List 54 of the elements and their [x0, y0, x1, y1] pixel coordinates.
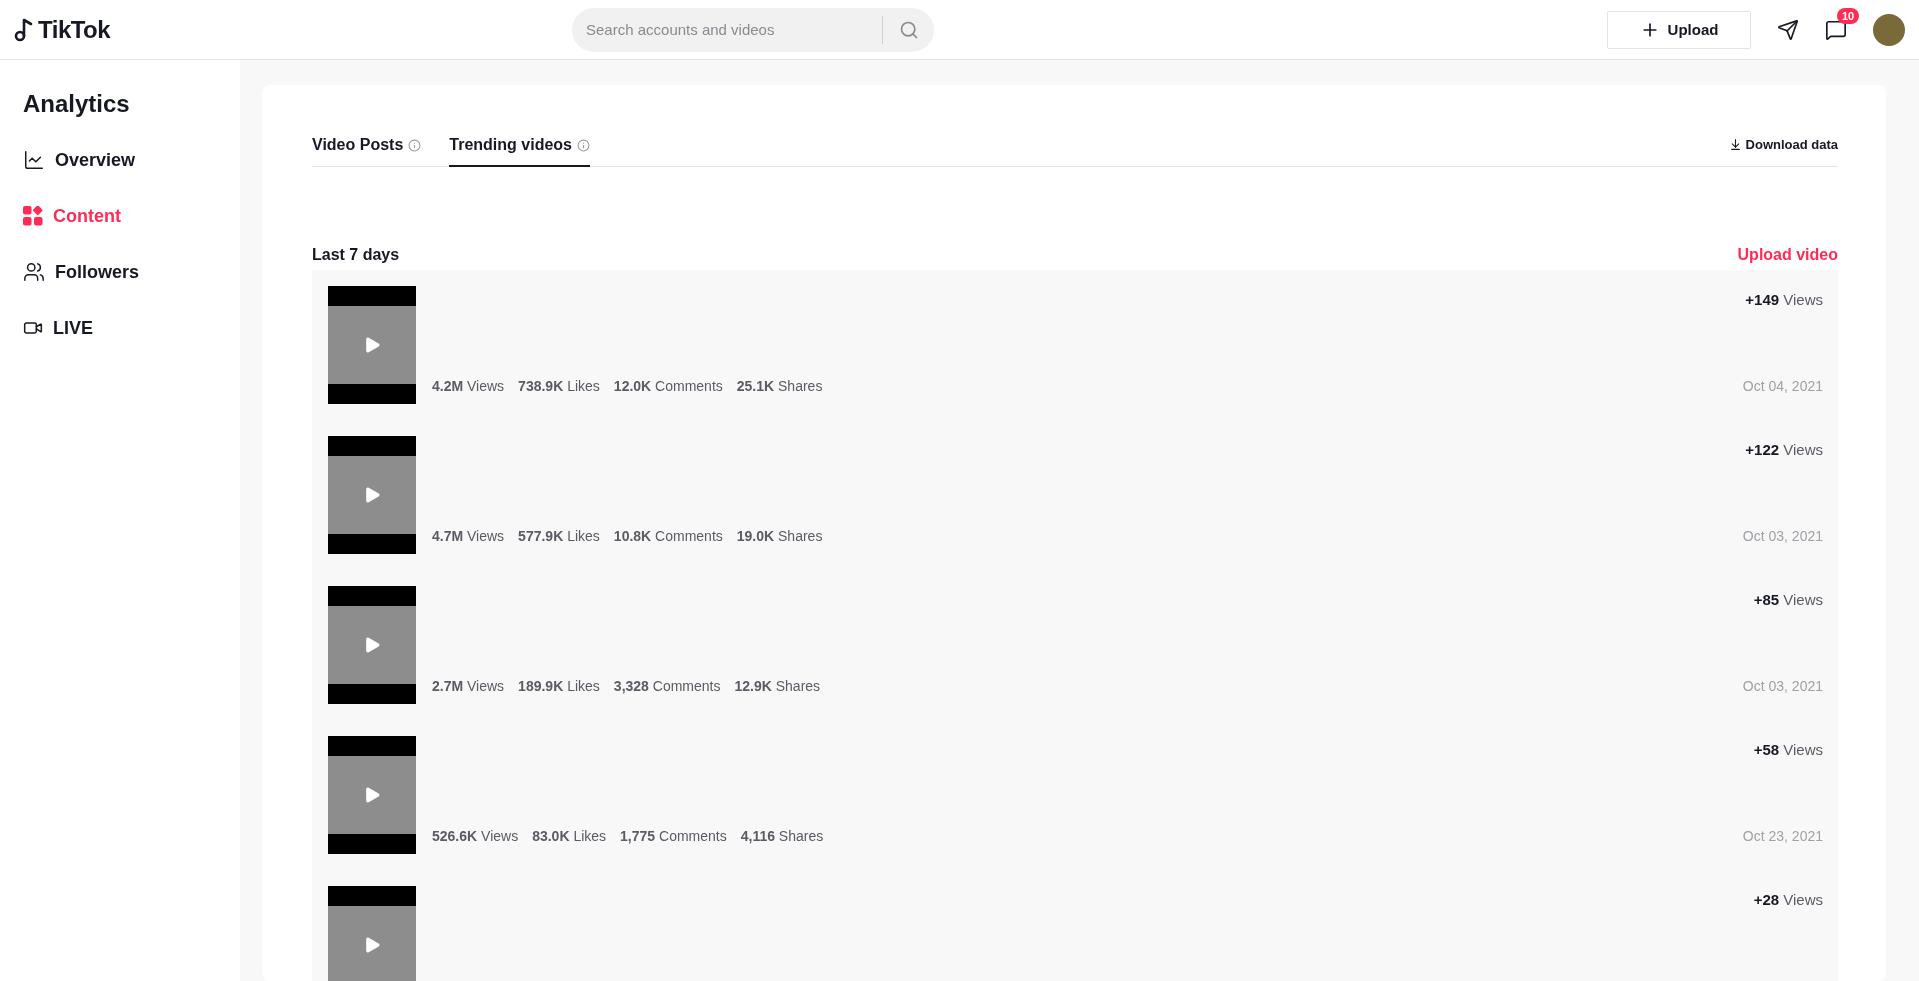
video-stat: 738.9K Likes: [518, 378, 600, 394]
video-stat: 19.0K Shares: [736, 528, 823, 544]
download-link[interactable]: Download data: [1728, 137, 1838, 152]
video-stat: 4.7M Views: [432, 528, 505, 544]
video-thumbnail[interactable]: [328, 436, 416, 554]
grid-shapes-icon: [23, 206, 43, 226]
video-stat: 189.9K Likes: [518, 678, 600, 694]
info-icon: [577, 138, 590, 152]
post-date: Oct 23, 2021: [1742, 828, 1823, 844]
video-thumbnail[interactable]: [328, 886, 416, 981]
search-field[interactable]: Search accounts and videos: [572, 7, 934, 52]
video-stat: 4,116 Shares: [740, 828, 824, 844]
sidebar-item[interactable]: LIVE: [23, 300, 240, 356]
search-icon[interactable]: [898, 19, 919, 40]
upload-button[interactable]: Upload: [1607, 10, 1751, 49]
info-icon: [408, 138, 422, 152]
video-thumbnail[interactable]: [328, 586, 416, 704]
trend-views: +149 Views: [1745, 291, 1823, 308]
tab[interactable]: Trending videos: [449, 136, 590, 167]
line-chart-icon: [23, 149, 45, 171]
post-date: Oct 04, 2021: [1742, 378, 1823, 394]
video-stat: 2.7M Views: [432, 678, 505, 694]
tab[interactable]: Video Posts: [312, 136, 422, 167]
trend-views: +58 Views: [1753, 741, 1823, 758]
paper-plane-icon[interactable]: [1777, 18, 1799, 41]
video-stat: 83.0K Likes: [532, 828, 607, 844]
video-stat: 10.8K Comments: [613, 528, 723, 544]
video-stat: 12.9K Shares: [734, 678, 821, 694]
users-icon: [23, 261, 45, 283]
sidebar-item[interactable]: Followers: [23, 244, 240, 300]
trend-views: +85 Views: [1753, 591, 1823, 608]
video-stat: 526.6K Views: [432, 828, 519, 844]
download-icon: [1728, 138, 1742, 151]
video-stat: 25.1K Shares: [736, 378, 823, 394]
video-stat: 3,328 Comments: [613, 678, 721, 694]
video-stat: 577.9K Likes: [518, 528, 600, 544]
trend-views: +28 Views: [1753, 891, 1823, 908]
sidebar-item[interactable]: Overview: [23, 132, 240, 188]
sidebar-item[interactable]: Content: [23, 188, 240, 244]
trend-views: +122 Views: [1745, 441, 1823, 458]
inbox-icon[interactable]: [1825, 18, 1847, 41]
video-stat: 1,775 Comments: [620, 828, 727, 844]
logo[interactable]: TikTok: [38, 15, 111, 44]
video-thumbnail[interactable]: [328, 736, 416, 854]
sidebar-title: Analytics: [23, 90, 131, 118]
post-date: Oct 03, 2021: [1742, 528, 1823, 544]
avatar[interactable]: [1873, 13, 1905, 46]
post-date: Oct 03, 2021: [1742, 678, 1823, 694]
video-stat: 12.0K Comments: [613, 378, 723, 394]
video-thumbnail[interactable]: [328, 286, 416, 404]
section-title: Last 7 days: [312, 246, 400, 264]
notification-badge: 10: [1837, 7, 1860, 24]
video-stat: 4.2M Views: [432, 378, 505, 394]
upload-video-link[interactable]: Upload video: [1737, 246, 1838, 264]
